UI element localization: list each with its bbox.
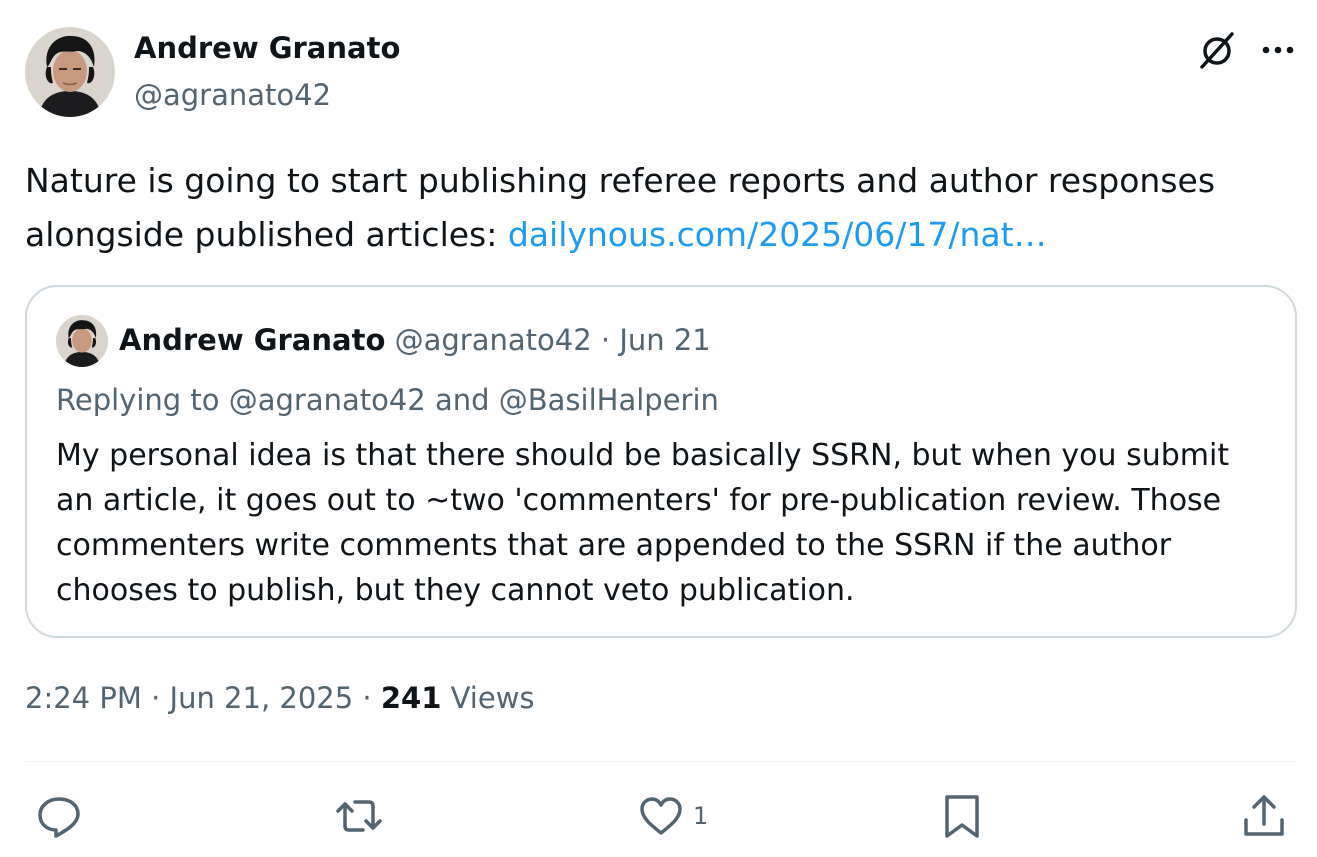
reply-mention-2: @BasilHalperin [498, 383, 719, 417]
retweet-button[interactable] [335, 792, 383, 840]
author-handle[interactable]: @agranato42 [134, 78, 331, 112]
tweet: Andrew Granato @agranato42 Nature is goi… [0, 0, 1317, 857]
share-button[interactable] [1240, 792, 1288, 840]
quoted-separator: · [600, 323, 611, 357]
heart-icon [640, 797, 682, 835]
reply-mention-1: @agranato42 [228, 383, 426, 417]
like-count: 1 [693, 802, 709, 830]
grok-icon[interactable] [1196, 29, 1238, 71]
more-options-icon[interactable] [1258, 30, 1298, 70]
share-icon [1244, 795, 1284, 836]
quoted-tweet[interactable]: Andrew Granato @agranato42 · Jun 21 Repl… [25, 285, 1297, 638]
quoted-author-avatar[interactable] [56, 315, 108, 367]
reply-button[interactable] [35, 792, 83, 840]
retweet-icon [336, 800, 382, 832]
views-label: Views [450, 681, 535, 715]
quoted-date[interactable]: Jun 21 [619, 323, 710, 357]
reply-icon [38, 797, 80, 838]
bookmark-button[interactable] [938, 792, 986, 840]
divider [25, 761, 1298, 762]
bookmark-icon [945, 795, 979, 838]
quoted-author-handle[interactable]: @agranato42 [395, 323, 592, 357]
views-count: 241 [380, 681, 442, 715]
replying-and: and [425, 383, 499, 417]
author-avatar[interactable] [25, 27, 115, 117]
replying-prefix: Replying to [56, 383, 229, 417]
author-name[interactable]: Andrew Granato [134, 31, 400, 65]
tweet-text: Nature is going to start publishing refe… [25, 154, 1285, 262]
tweet-date[interactable]: Jun 21, 2025 [170, 681, 354, 715]
meta-separator-1: · [141, 681, 170, 715]
quoted-header: Andrew Granato @agranato42 · Jun 21 [119, 323, 711, 357]
tweet-link[interactable]: dailynous.com/2025/06/17/nat… [508, 215, 1047, 254]
like-button[interactable]: 1 [637, 792, 708, 840]
quoted-text: My personal idea is that there should be… [56, 438, 1230, 608]
tweet-meta: 2:24 PM · Jun 21, 2025 · 241 Views [25, 681, 535, 715]
meta-separator-2: · [353, 681, 381, 715]
quoted-author-name[interactable]: Andrew Granato [119, 323, 385, 357]
quoted-replying-to: Replying to @agranato42 and @BasilHalper… [56, 383, 719, 417]
tweet-time[interactable]: 2:24 PM [25, 681, 142, 715]
